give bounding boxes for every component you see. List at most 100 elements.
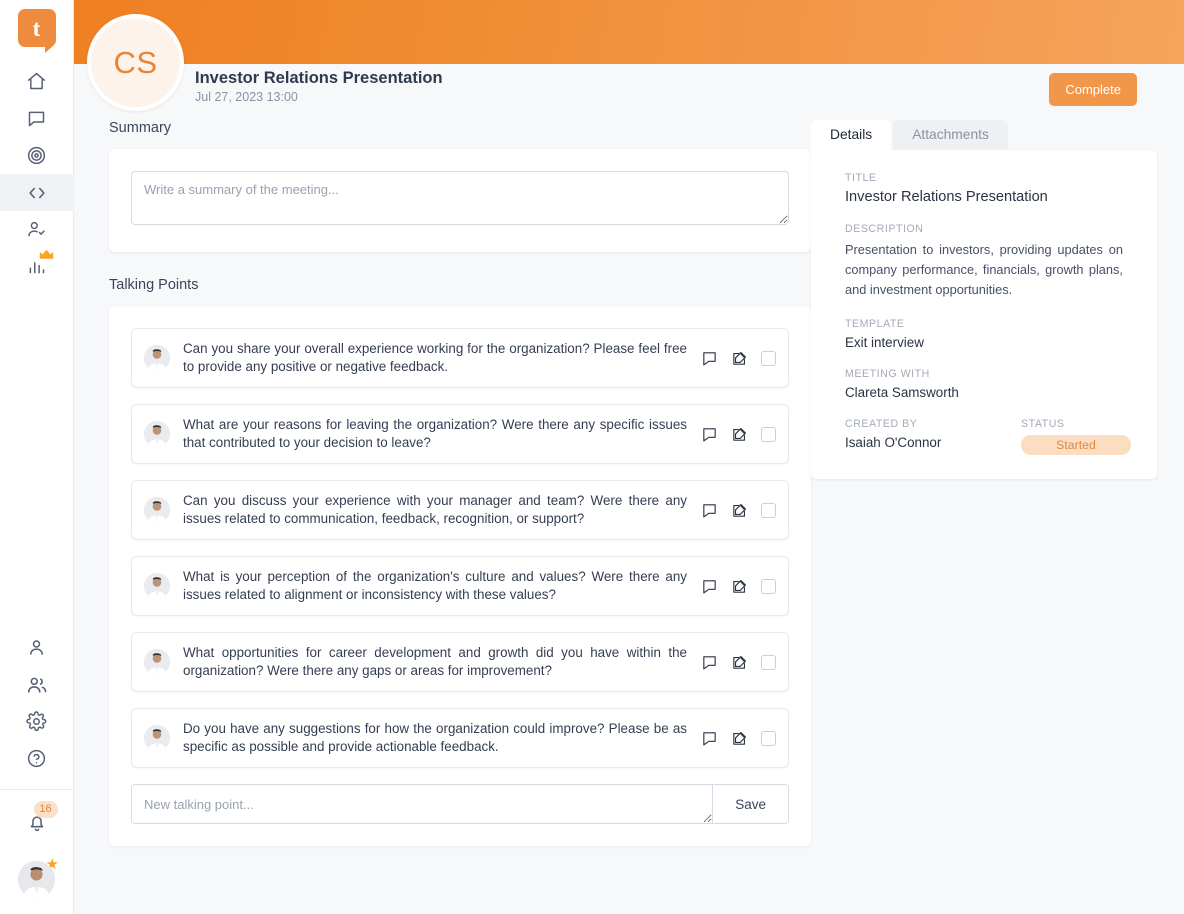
- person-icon: [26, 637, 47, 658]
- tab-details[interactable]: Details: [811, 120, 892, 150]
- title-field-value: Investor Relations Presentation: [845, 189, 1048, 205]
- logo-letter: t: [32, 15, 41, 41]
- crown-icon: [39, 249, 54, 259]
- gear-icon: [26, 711, 47, 732]
- right-column: Details Attachments TITLE Investor Relat…: [811, 120, 1184, 914]
- talking-point-checkbox[interactable]: [761, 730, 776, 746]
- talking-point-avatar: [144, 649, 170, 675]
- edit-icon[interactable]: [731, 654, 748, 671]
- help-icon: [26, 748, 47, 769]
- summary-card: [109, 149, 811, 252]
- details-panel: TITLE Investor Relations Presentation DE…: [811, 150, 1157, 479]
- talking-point-actions: [701, 654, 776, 671]
- template-field-label: TEMPLATE: [845, 318, 905, 330]
- meeting-header: Investor Relations Presentation Jul 27, …: [195, 64, 1184, 112]
- status-field-label: STATUS: [1021, 418, 1065, 430]
- talking-point-actions: [701, 730, 776, 747]
- comment-icon[interactable]: [701, 578, 718, 595]
- created-by-group: CREATED BY Isaiah O'Connor: [845, 418, 1021, 455]
- comment-icon[interactable]: [701, 426, 718, 443]
- summary-input[interactable]: [131, 171, 789, 225]
- edit-icon[interactable]: [731, 350, 748, 367]
- app-logo[interactable]: t: [17, 9, 56, 53]
- talking-points-card: Can you share your overall experience wo…: [109, 306, 811, 846]
- user-avatar-button[interactable]: ★: [18, 857, 59, 898]
- talking-point-row: Can you discuss your experience with you…: [131, 480, 789, 540]
- complete-button[interactable]: Complete: [1049, 73, 1137, 106]
- meeting-with-field-value: Clareta Samsworth: [845, 385, 959, 400]
- status-badge: Started: [1021, 435, 1131, 455]
- sidebar-item-meetings[interactable]: [0, 174, 74, 211]
- status-group: STATUS Started: [1021, 418, 1131, 455]
- sidebar-item-profile[interactable]: [0, 629, 74, 666]
- title-field-label: TITLE: [845, 172, 877, 184]
- created-by-field-label: CREATED BY: [845, 418, 918, 430]
- sidebar-item-analytics[interactable]: [0, 248, 74, 285]
- talking-point-row: What is your perception of the organizat…: [131, 556, 789, 616]
- tab-attachments[interactable]: Attachments: [893, 120, 1008, 150]
- talking-point-actions: [701, 426, 776, 443]
- talking-point-checkbox[interactable]: [761, 350, 776, 366]
- save-button[interactable]: Save: [712, 785, 788, 823]
- sidebar-item-goals[interactable]: [0, 137, 74, 174]
- content-area: Summary Talking Points Can you share you…: [74, 120, 1184, 914]
- code-icon: [26, 182, 48, 204]
- talking-point-checkbox[interactable]: [761, 502, 776, 518]
- talking-point-avatar: [144, 421, 170, 447]
- main-area: CS Investor Relations Presentation Jul 2…: [74, 0, 1184, 914]
- sidebar: t 16 ★: [0, 0, 74, 914]
- edit-icon[interactable]: [731, 730, 748, 747]
- comment-icon[interactable]: [701, 502, 718, 519]
- new-talking-point-row: Save: [131, 784, 789, 824]
- talking-point-text: Do you have any suggestions for how the …: [183, 721, 687, 754]
- talking-point-row: Do you have any suggestions for how the …: [131, 708, 789, 768]
- edit-icon[interactable]: [731, 578, 748, 595]
- edit-icon[interactable]: [731, 426, 748, 443]
- talking-point-text: Can you discuss your experience with you…: [183, 493, 687, 526]
- header-banner: [74, 0, 1184, 64]
- sidebar-item-home[interactable]: [0, 63, 74, 100]
- created-status-row: CREATED BY Isaiah O'Connor STATUS Starte…: [845, 418, 1131, 455]
- talking-point-avatar: [144, 345, 170, 371]
- user-check-icon: [26, 219, 47, 240]
- talking-point-text: What are your reasons for leaving the or…: [183, 417, 687, 450]
- talking-point-avatar: [144, 573, 170, 599]
- description-field-value: Presentation to investors, providing upd…: [845, 242, 1123, 297]
- people-icon: [26, 674, 48, 696]
- talking-point-actions: [701, 578, 776, 595]
- talking-points-list: Can you share your overall experience wo…: [131, 328, 789, 768]
- talking-point-row: What opportunities for career developmen…: [131, 632, 789, 692]
- details-tabs: Details Attachments: [811, 120, 1184, 150]
- sidebar-item-reviews[interactable]: [0, 211, 74, 248]
- meeting-datetime: Jul 27, 2023 13:00: [195, 90, 298, 104]
- comment-icon[interactable]: [701, 350, 718, 367]
- talking-point-avatar: [144, 725, 170, 751]
- notifications-button[interactable]: 16: [26, 801, 58, 839]
- bell-icon: [26, 816, 48, 838]
- sidebar-item-team[interactable]: [0, 666, 74, 703]
- talking-point-checkbox[interactable]: [761, 654, 776, 670]
- meeting-avatar-initials: CS: [87, 14, 184, 111]
- left-column: Summary Talking Points Can you share you…: [74, 120, 811, 914]
- talking-point-checkbox[interactable]: [761, 426, 776, 442]
- sidebar-item-help[interactable]: [0, 740, 74, 777]
- new-talking-point-input[interactable]: [132, 785, 713, 823]
- talking-point-text: Can you share your overall experience wo…: [183, 341, 687, 374]
- avatar: [18, 861, 55, 898]
- chat-icon: [26, 108, 47, 129]
- comment-icon[interactable]: [701, 730, 718, 747]
- app-root: t 16 ★ CS Investor Relations Presentatio…: [0, 0, 1184, 914]
- edit-icon[interactable]: [731, 502, 748, 519]
- notification-badge: 16: [33, 801, 58, 818]
- sidebar-item-settings[interactable]: [0, 703, 74, 740]
- talking-point-avatar: [144, 497, 170, 523]
- comment-icon[interactable]: [701, 654, 718, 671]
- template-field-value: Exit interview: [845, 335, 924, 350]
- talking-point-text: What is your perception of the organizat…: [183, 569, 687, 602]
- talking-point-row: Can you share your overall experience wo…: [131, 328, 789, 388]
- sidebar-divider: [0, 789, 74, 790]
- description-field-label: DESCRIPTION: [845, 223, 924, 235]
- talking-point-checkbox[interactable]: [761, 578, 776, 594]
- summary-heading: Summary: [109, 120, 172, 136]
- sidebar-item-messages[interactable]: [0, 100, 74, 137]
